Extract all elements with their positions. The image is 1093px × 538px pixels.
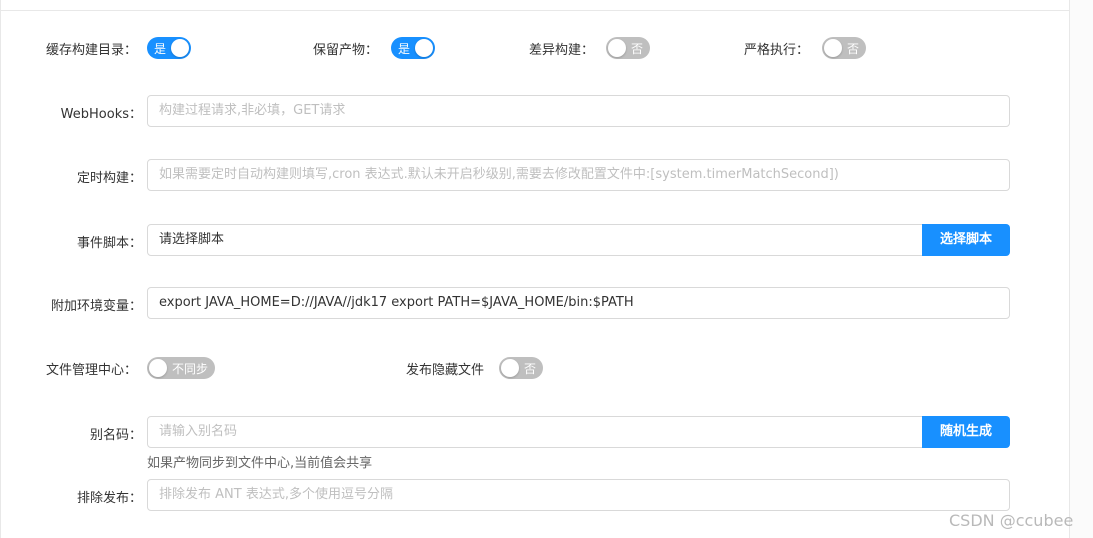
env-vars-label: 附加环境变量： — [50, 299, 142, 314]
strict-exec-switch[interactable]: 否 — [822, 37, 866, 59]
strict-exec-switch-text: 否 — [846, 42, 859, 56]
keep-artifact-switch-text: 是 — [398, 42, 411, 56]
cache-dir-switch[interactable]: 是 — [147, 37, 191, 59]
switch-knob — [171, 39, 189, 57]
file-center-switch[interactable]: 不同步 — [147, 357, 215, 379]
frame-top-border — [0, 10, 1069, 11]
frame-left-border — [0, 0, 1, 538]
event-script-label: 事件脚本： — [76, 236, 142, 251]
event-script-input[interactable]: 请选择脚本 — [147, 224, 923, 256]
diff-build-switch[interactable]: 否 — [606, 37, 650, 59]
scheduled-build-input[interactable]: 如果需要定时自动构建则填写,cron 表达式.默认未开启秒级别,需要去修改配置文… — [147, 159, 1010, 191]
random-generate-button[interactable]: 随机生成 — [922, 416, 1010, 448]
outer-margin — [1070, 0, 1093, 538]
exclude-publish-input[interactable]: 排除发布 ANT 表达式,多个使用逗号分隔 — [147, 479, 1010, 511]
exclude-publish-label: 排除发布： — [76, 491, 142, 506]
diff-build-switch-text: 否 — [630, 42, 643, 56]
file-center-switch-text: 不同步 — [171, 362, 208, 376]
alias-code-input[interactable]: 请输入别名码 — [147, 416, 923, 448]
keep-artifact-switch[interactable]: 是 — [391, 37, 435, 59]
select-script-button[interactable]: 选择脚本 — [922, 224, 1010, 256]
strict-exec-label: 严格执行： — [744, 43, 810, 58]
keep-artifact-label: 保留产物： — [313, 43, 379, 58]
switch-knob — [415, 39, 433, 57]
webhooks-label: WebHooks： — [60, 107, 142, 122]
publish-hidden-switch-text: 否 — [523, 362, 536, 376]
scheduled-build-label: 定时构建： — [76, 171, 142, 186]
publish-hidden-switch[interactable]: 否 — [499, 357, 543, 379]
alias-code-label: 别名码： — [89, 428, 142, 443]
cache-dir-switch-text: 是 — [154, 42, 167, 56]
csdn-watermark: CSDN @ccubee — [949, 511, 1074, 530]
alias-code-hint: 如果产物同步到文件中心,当前值会共享 — [147, 456, 373, 471]
file-center-label: 文件管理中心： — [46, 363, 138, 378]
switch-knob — [608, 39, 626, 57]
switch-knob — [824, 39, 842, 57]
switch-knob — [149, 359, 167, 377]
env-vars-input[interactable]: export JAVA_HOME=D://JAVA//jdk17 export … — [147, 287, 1010, 319]
cache-dir-label: 缓存构建目录： — [46, 43, 138, 58]
webhooks-input[interactable]: 构建过程请求,非必填，GET请求 — [147, 95, 1010, 127]
switch-knob — [501, 359, 519, 377]
publish-hidden-label: 发布隐藏文件 — [406, 363, 485, 378]
diff-build-label: 差异构建： — [529, 43, 595, 58]
